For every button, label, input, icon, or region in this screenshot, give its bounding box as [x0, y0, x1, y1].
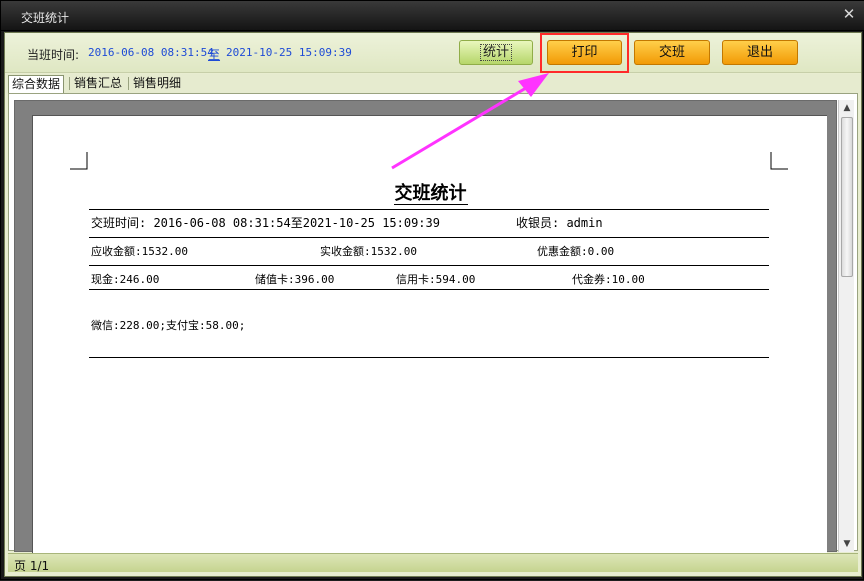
tab-sales-detail[interactable]: 销售明细	[130, 75, 184, 93]
status-bar: 页 1/1	[8, 553, 858, 573]
divider	[89, 237, 769, 238]
divider	[89, 265, 769, 266]
divider	[89, 357, 769, 358]
shift-time-from[interactable]: 2016-06-08 08:31:54	[88, 46, 214, 59]
print-button[interactable]: 打印	[547, 40, 622, 65]
credit-card-amount: 信用卡:594.00	[396, 273, 476, 286]
shift-time-label: 当班时间:	[27, 48, 80, 62]
shift-time-to[interactable]: 2021-10-25 15:09:39	[226, 46, 352, 59]
shift-time-row: 交班时间: 2016-06-08 08:31:54至2021-10-25 15:…	[91, 216, 440, 230]
voucher-amount: 代金券:10.00	[572, 273, 645, 286]
discount-amount: 优惠金额:0.00	[537, 245, 615, 258]
received-amount: 实收金额:1532.00	[320, 245, 417, 258]
report-page: 交班统计 交班时间: 2016-06-08 08:31:54至2021-10-2…	[32, 115, 827, 567]
tab-sales-summary[interactable]: 销售汇总	[71, 75, 125, 93]
window-title: 交班统计	[21, 11, 70, 25]
exit-button[interactable]: 退出	[722, 40, 798, 65]
vertical-scrollbar[interactable]: ▲ ▼	[838, 100, 854, 552]
shift-stat-window: 交班统计 ✕ 当班时间: 2016-06-08 08:31:54 至 2021-…	[0, 0, 864, 580]
print-preview-frame: 交班统计 交班时间: 2016-06-08 08:31:54至2021-10-2…	[8, 93, 858, 567]
crop-mark-icon	[770, 152, 788, 170]
client-area: 当班时间: 2016-06-08 08:31:54 至 2021-10-25 1…	[4, 32, 862, 577]
stat-button-label: 统计	[479, 44, 512, 61]
cashier-field: 收银员: admin	[516, 216, 603, 230]
crop-mark-icon	[70, 152, 88, 170]
handover-button[interactable]: 交班	[634, 40, 710, 65]
page-indicator: 页 1/1	[14, 559, 50, 573]
other-payments: 微信:228.00;支付宝:58.00;	[91, 319, 246, 332]
divider	[89, 209, 769, 210]
tab-summary-data[interactable]: 综合数据	[8, 75, 65, 93]
scroll-thumb[interactable]	[841, 117, 853, 277]
tab-strip: 综合数据 销售汇总 销售明细	[5, 74, 861, 93]
receivable-amount: 应收金额:1532.00	[91, 245, 188, 258]
preview-canvas: 交班统计 交班时间: 2016-06-08 08:31:54至2021-10-2…	[14, 100, 837, 567]
stat-button[interactable]: 统计	[459, 40, 533, 65]
arrow-up-icon[interactable]: ▲	[839, 100, 855, 116]
cash-amount: 现金:246.00	[91, 273, 160, 286]
tab-divider	[128, 77, 129, 90]
shift-time-separator: 至	[208, 48, 221, 62]
stored-card-amount: 储值卡:396.00	[255, 273, 335, 286]
toolbar: 当班时间: 2016-06-08 08:31:54 至 2021-10-25 1…	[5, 33, 861, 73]
arrow-down-icon[interactable]: ▼	[839, 536, 855, 552]
report-title: 交班统计	[393, 183, 468, 205]
tab-divider	[69, 77, 70, 90]
title-bar: 交班统计 ✕	[1, 1, 864, 31]
close-icon[interactable]: ✕	[841, 6, 857, 22]
divider	[89, 289, 769, 290]
